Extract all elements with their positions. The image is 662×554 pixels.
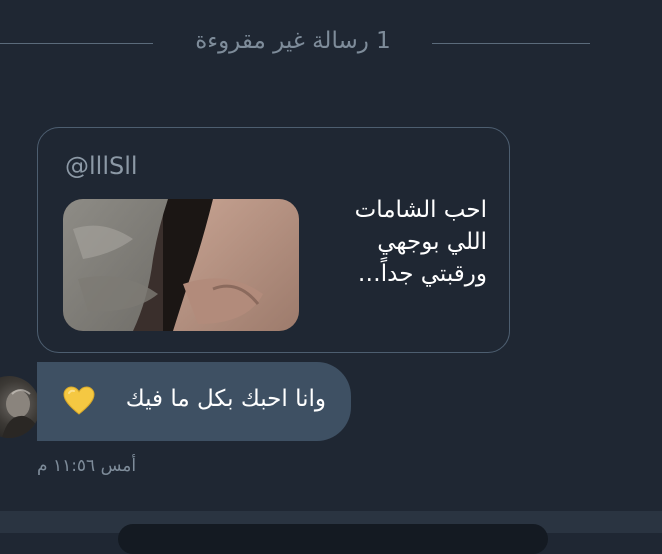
avatar-image-icon [2, 389, 40, 438]
divider-line-right [432, 43, 590, 44]
compose-input[interactable] [118, 524, 548, 554]
quoted-tweet-image[interactable] [63, 199, 299, 331]
quoted-tweet-card[interactable]: @lllSll احب الشامات اللي بوجهي ورقبتي جد… [37, 127, 510, 353]
divider-line-left [0, 43, 153, 44]
quoted-tweet-username[interactable]: @lllSll [65, 152, 138, 180]
photo-thumbnail-icon [63, 199, 299, 331]
quoted-tweet-text: احب الشامات اللي بوجهي ورقبتي جداً… [297, 194, 487, 290]
quoted-tweet-line: اللي بوجهي [377, 229, 487, 255]
message-text: وانا احبك بكل ما فيك [125, 386, 326, 412]
unread-messages-label: 1 رسالة غير مقروءة [195, 28, 391, 54]
sender-avatar[interactable] [0, 376, 40, 438]
message-bubble[interactable]: وانا احبك بكل ما فيك [37, 362, 351, 441]
quoted-tweet-line: احب الشامات [354, 197, 487, 223]
yellow-heart-icon [63, 386, 95, 415]
unread-divider: 1 رسالة غير مقروءة [0, 22, 662, 66]
message-timestamp: أمس ١١:٥٦ م [37, 456, 137, 476]
quoted-tweet-line: ورقبتي جداً… [357, 261, 487, 287]
